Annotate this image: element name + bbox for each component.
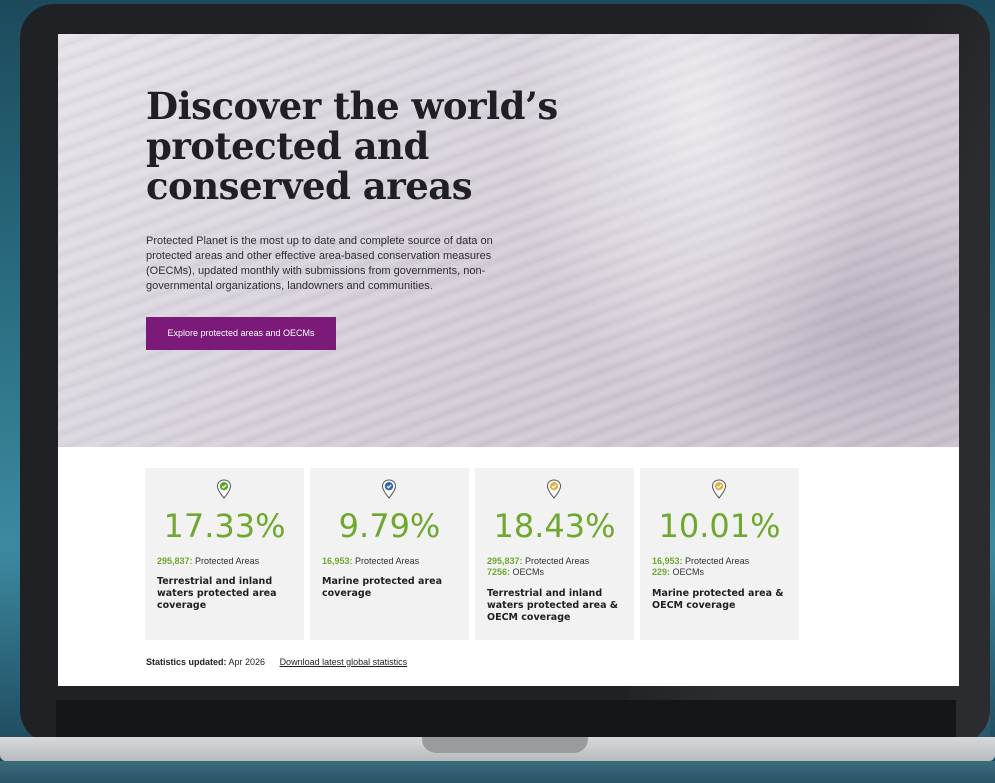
download-statistics-link[interactable]: Download latest global statistics [280,657,408,667]
map-pin-check-icon [711,479,727,499]
updated-label: Statistics updated: [146,657,227,667]
stat-description: Terrestrial and inland waters protected … [487,588,619,623]
map-pin-check-icon [381,479,397,499]
updated-value: Apr 2026 [226,657,266,667]
hero-section: Discover the world’s protected and conse… [58,34,959,447]
stat-card-marine: 9.79% 16,953: Protected Areas Marine pro… [310,468,469,640]
stat-count-number: 295,837: [487,556,523,566]
stat-count-line: 16,953: Protected Areas [322,556,462,567]
stat-count-line: 16,953: Protected Areas [652,556,792,567]
stat-percent: 17.33% [163,507,286,545]
laptop-notch [422,737,588,753]
stat-count-label: OECMs [670,567,705,577]
stat-counts: 16,953: Protected Areas 229: OECMs [652,556,792,578]
hero-title: Discover the world’s protected and conse… [146,84,558,208]
stat-counts: 295,837: Protected Areas 7256: OECMs [487,556,627,578]
stat-card-terrestrial: 17.33% 295,837: Protected Areas Terrestr… [145,468,304,640]
statistics-updated: Statistics updated: Apr 2026 Download la… [146,657,407,667]
hero-description: Protected Planet is the most up to date … [146,235,493,292]
stat-percent: 10.01% [658,507,781,545]
browser-screen: Discover the world’s protected and conse… [58,34,959,686]
stat-count-line: 295,837: Protected Areas [157,556,297,567]
stat-count-label: OECMs [510,567,545,577]
stat-count-line: 295,837: Protected Areas [487,556,627,567]
stat-percent: 18.43% [493,507,616,545]
stat-description: Marine protected area coverage [322,576,442,599]
stat-description: Terrestrial and inland waters protected … [157,576,277,611]
stat-count-line: 229: OECMs [652,567,792,578]
stat-count-label: Protected Areas [522,556,590,566]
map-pin-check-icon [216,479,232,499]
laptop-shadow [0,761,995,783]
laptop-bezel [56,700,956,740]
explore-button[interactable]: Explore protected areas and OECMs [146,317,336,350]
stat-count-number: 295,837: [157,556,193,566]
stat-count-number: 16,953: [652,556,683,566]
stat-count-line: 7256: OECMs [487,567,627,578]
stat-count-label: Protected Areas [192,556,260,566]
map-pin-check-icon [546,479,562,499]
stat-count-label: Protected Areas [352,556,420,566]
stat-card-marine-oecm: 10.01% 16,953: Protected Areas 229: OECM… [640,468,799,640]
stat-counts: 295,837: Protected Areas [157,556,297,567]
stat-count-number: 7256: [487,567,511,577]
stat-card-terrestrial-oecm: 18.43% 295,837: Protected Areas 7256: OE… [475,468,634,640]
stat-percent: 9.79% [338,507,441,545]
stat-count-number: 229: [652,567,671,577]
stat-count-label: Protected Areas [682,556,750,566]
stat-description: Marine protected area & OECM coverage [652,588,784,611]
stat-count-number: 16,953: [322,556,353,566]
stat-counts: 16,953: Protected Areas [322,556,462,567]
